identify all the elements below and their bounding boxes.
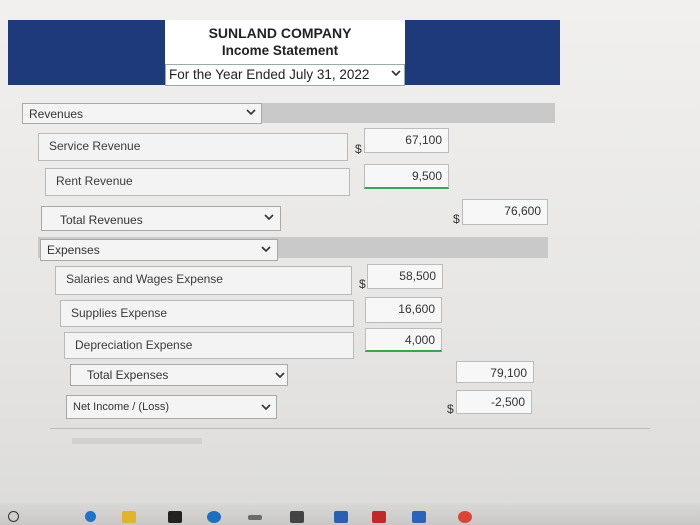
salaries-wages-label: Salaries and Wages Expense: [66, 272, 223, 286]
total-revenues-label: Total Revenues: [60, 213, 143, 227]
start-icon[interactable]: [8, 511, 19, 522]
total-revenues-amount[interactable]: 76,600: [462, 199, 548, 225]
supplies-expense-field[interactable]: Supplies Expense: [60, 300, 354, 327]
word-icon[interactable]: [334, 511, 348, 523]
revenues-heading-label: Revenues: [29, 107, 84, 121]
amount-value: 76,600: [504, 204, 541, 218]
net-income-amount[interactable]: -2,500: [456, 390, 532, 414]
rent-revenue-label: Rent Revenue: [56, 174, 133, 188]
store-icon[interactable]: [168, 511, 182, 523]
currency-symbol: $: [355, 142, 362, 156]
chevron-down-icon: [389, 67, 403, 81]
file-explorer-icon[interactable]: [122, 511, 136, 523]
next-row-hint: [72, 438, 202, 444]
word-doc-icon[interactable]: [412, 511, 426, 523]
search-icon[interactable]: [85, 511, 96, 522]
service-revenue-field[interactable]: Service Revenue: [38, 133, 348, 161]
revenues-heading-select[interactable]: Revenues: [22, 103, 262, 124]
chevron-down-icon: [259, 243, 273, 257]
calculator-icon[interactable]: [290, 511, 304, 523]
rent-revenue-field[interactable]: Rent Revenue: [45, 168, 350, 196]
total-expenses-label: Total Expenses: [87, 368, 169, 382]
net-income-label: Net Income / (Loss): [73, 401, 169, 413]
amount-value: 9,500: [411, 169, 442, 183]
total-expenses-select[interactable]: Total Expenses: [70, 364, 288, 386]
period-label: For the Year Ended July 31, 2022: [169, 67, 370, 82]
period-select[interactable]: For the Year Ended July 31, 2022: [165, 64, 405, 86]
monitor-screen: SUNLAND COMPANY Income Statement For the…: [0, 0, 700, 525]
statement-title: Income Statement: [221, 43, 339, 58]
acrobat-icon[interactable]: [372, 511, 386, 523]
chevron-down-icon: [259, 401, 273, 415]
amount-value: 4,000: [404, 333, 435, 347]
chevron-down-icon: [273, 369, 287, 383]
depreciation-expense-label: Depreciation Expense: [75, 338, 193, 352]
supplies-expense-amount[interactable]: 16,600: [365, 297, 442, 323]
amount-value: 58,500: [399, 269, 436, 283]
rent-revenue-amount[interactable]: 9,500: [364, 164, 449, 189]
chevron-down-icon: [262, 211, 276, 225]
amount-value: -2,500: [490, 395, 525, 409]
amount-value: 79,100: [490, 366, 527, 380]
amount-value: 67,100: [405, 133, 442, 147]
divider: [50, 428, 650, 429]
amount-value: 16,600: [398, 302, 435, 316]
chevron-down-icon: [244, 106, 258, 120]
depreciation-expense-field[interactable]: Depreciation Expense: [64, 332, 354, 359]
service-revenue-label: Service Revenue: [49, 139, 141, 153]
service-revenue-amount[interactable]: 67,100: [364, 128, 449, 153]
total-revenues-select[interactable]: Total Revenues: [41, 206, 281, 231]
edge-icon[interactable]: [207, 511, 221, 523]
expenses-heading-select[interactable]: Expenses: [40, 239, 278, 261]
chrome-icon[interactable]: [458, 511, 472, 523]
supplies-expense-label: Supplies Expense: [71, 306, 168, 320]
taskbar: [0, 503, 700, 525]
company-name: SUNLAND COMPANY: [208, 25, 352, 41]
currency-symbol: $: [453, 212, 460, 226]
salaries-wages-amount[interactable]: 58,500: [367, 264, 443, 289]
depreciation-expense-amount[interactable]: 4,000: [365, 328, 442, 352]
expenses-heading-label: Expenses: [47, 243, 100, 257]
total-expenses-amount[interactable]: 79,100: [456, 361, 534, 383]
salaries-wages-field[interactable]: Salaries and Wages Expense: [55, 266, 352, 295]
mail-icon[interactable]: [248, 515, 262, 520]
currency-symbol: $: [447, 402, 454, 416]
net-income-select[interactable]: Net Income / (Loss): [66, 395, 277, 419]
currency-symbol: $: [359, 277, 366, 291]
